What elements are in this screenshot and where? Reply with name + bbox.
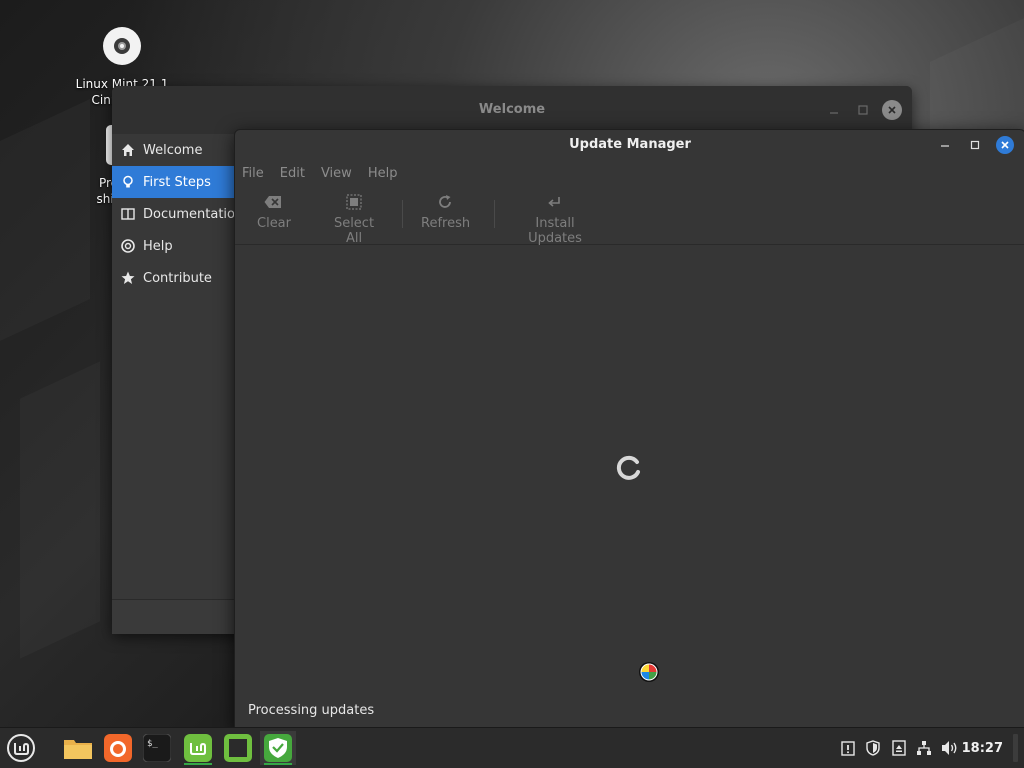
sidebar-item-label: Help (143, 238, 173, 254)
lifebuoy-icon (121, 239, 135, 253)
minimize-button[interactable] (824, 100, 844, 120)
sidebar-item-help[interactable]: Help (112, 230, 234, 262)
maximize-icon (858, 105, 868, 115)
minimize-icon (941, 145, 949, 147)
maximize-button[interactable] (853, 100, 873, 120)
clear-button-label: Clear (257, 216, 291, 231)
toolbar-separator (402, 200, 403, 228)
update-manager-title: Update Manager (569, 137, 691, 152)
volume-icon (942, 741, 957, 755)
select-all-button-label: Select All (333, 216, 375, 246)
mint-logo-icon (7, 734, 35, 762)
mint-welcome-icon (184, 734, 212, 762)
tray-notifications[interactable] (839, 739, 857, 757)
sidebar-item-label: Documentation (143, 206, 234, 222)
close-button[interactable] (882, 100, 902, 120)
taskbar-terminal[interactable]: $_ (139, 731, 175, 765)
terminal-icon: $_ (143, 734, 171, 762)
eject-icon (892, 740, 906, 756)
welcome-sidebar-footer (112, 599, 234, 634)
desktop: Linux Mint 21.1 Cinnamon Prepare shippin… (0, 0, 1024, 768)
update-list-area: Processing updates (235, 245, 1024, 728)
menu-edit[interactable]: Edit (280, 166, 305, 181)
sidebar-item-label: Contribute (143, 270, 212, 286)
return-arrow-icon (508, 192, 602, 212)
minimize-button[interactable] (936, 136, 954, 154)
menu-button[interactable] (3, 731, 39, 765)
book-icon (121, 207, 135, 221)
sidebar-item-contribute[interactable]: Contribute (112, 262, 234, 294)
disc-icon (62, 26, 182, 70)
taskbar-firefox[interactable] (100, 731, 136, 765)
application-icon (224, 734, 252, 762)
select-all-icon (324, 192, 384, 212)
menu-file[interactable]: File (242, 166, 264, 181)
show-desktop-button[interactable] (1013, 734, 1018, 762)
close-icon (888, 106, 896, 114)
home-icon (121, 143, 135, 157)
busy-cursor-icon (638, 661, 660, 687)
welcome-titlebar[interactable]: Welcome (112, 86, 912, 134)
install-updates-button[interactable]: Install Updates (508, 192, 602, 246)
update-manager-window: Update Manager File Edit View Help Clear (234, 129, 1024, 729)
refresh-button[interactable]: Refresh (421, 192, 471, 231)
sidebar-item-first-steps[interactable]: First Steps (112, 166, 234, 198)
taskbar: $_ 18:27 (0, 727, 1024, 768)
sidebar-item-label: First Steps (143, 174, 211, 190)
tray-network[interactable] (915, 739, 933, 757)
menu-view[interactable]: View (321, 166, 352, 181)
network-icon (917, 741, 931, 755)
taskbar-files[interactable] (60, 731, 96, 765)
welcome-sidebar: Welcome First Steps Documentation Help C… (112, 134, 234, 599)
folder-icon (64, 740, 92, 759)
menu-help[interactable]: Help (368, 166, 398, 181)
taskbar-window-app[interactable] (220, 731, 256, 765)
maximize-icon (970, 140, 980, 150)
firefox-icon (104, 734, 132, 762)
select-all-button[interactable]: Select All (324, 192, 384, 246)
toolbar-separator (494, 200, 495, 228)
minimize-icon (830, 112, 838, 114)
alert-icon (841, 741, 855, 756)
welcome-window-title: Welcome (478, 102, 546, 117)
update-manager-titlebar[interactable]: Update Manager (235, 130, 1024, 160)
refresh-button-label: Refresh (421, 216, 471, 231)
clear-button[interactable]: Clear (257, 192, 291, 231)
install-updates-button-label: Install Updates (528, 216, 582, 246)
maximize-button[interactable] (966, 136, 984, 154)
svg-text:$_: $_ (147, 739, 158, 749)
taskbar-welcome[interactable] (180, 731, 216, 765)
status-text: Processing updates (248, 703, 375, 718)
lightbulb-icon (121, 175, 135, 189)
clock[interactable]: 18:27 (962, 741, 1003, 756)
star-icon (121, 271, 135, 285)
close-button[interactable] (996, 136, 1014, 154)
tray-removable-drives[interactable] (890, 739, 908, 757)
tray-sound[interactable] (941, 739, 959, 757)
sidebar-item-label: Welcome (143, 142, 203, 158)
close-icon (1001, 141, 1009, 149)
tray-update-manager[interactable] (864, 739, 882, 757)
menu-bar: File Edit View Help (235, 160, 1024, 186)
backspace-icon (257, 192, 289, 212)
toolbar: Clear Select All Refresh Install Updates (235, 186, 1024, 246)
refresh-icon (421, 192, 469, 212)
shield-icon (866, 740, 880, 756)
shield-icon (264, 734, 292, 762)
sidebar-item-documentation[interactable]: Documentation (112, 198, 234, 230)
wallpaper-tile (20, 361, 100, 658)
loading-spinner-icon (615, 454, 643, 486)
taskbar-update-manager[interactable] (260, 731, 296, 765)
sidebar-item-welcome[interactable]: Welcome (112, 134, 234, 166)
